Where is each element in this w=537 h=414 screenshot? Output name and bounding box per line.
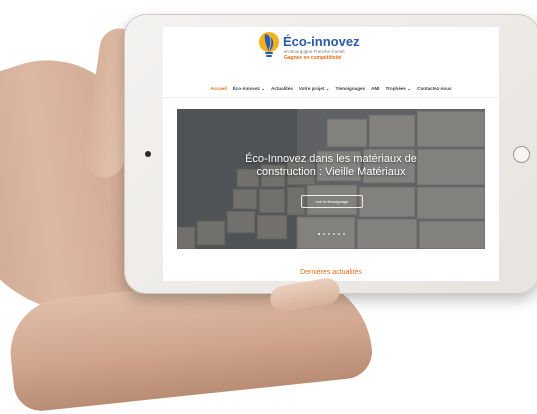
nav-item-label: Trophées [385,86,406,91]
lightbulb-leaf-logo-icon[interactable] [256,30,284,60]
nav-item-contactez-nous[interactable]: Contactez-nous [417,83,451,95]
tablet-screen: Éco-innovez en Bourgogne Franche-Comté G… [163,27,499,281]
slider-dot[interactable] [337,233,340,235]
nav-item-trophees[interactable]: Trophées ⌄ [386,83,412,95]
slider-dot[interactable] [332,233,335,235]
front-camera [145,151,151,157]
slider-dot[interactable] [327,233,330,235]
nav-item-accueil[interactable]: Accueil [210,83,226,95]
slider-dot[interactable] [317,233,320,235]
header-divider [163,97,499,98]
site-header: Éco-innovez en Bourgogne Franche-Comté G… [163,27,499,77]
section-title-latest-news: Dernières actualités [300,269,362,276]
nav-item-label: Votre projet [298,86,325,91]
hero-cta-button[interactable]: voir le témoignage [301,195,363,208]
nav-item-votre-projet[interactable]: Votre projet ⌄ [299,83,330,95]
chevron-down-icon: ⌄ [407,86,412,91]
hero-title: Éco-Innovez dans les matériaux de constr… [245,153,417,178]
slider-pagination [309,233,353,237]
chevron-down-icon: ⌄ [325,86,330,91]
logo-tagline: Gagnez en compétitivité [284,55,342,61]
nav-item-actualites[interactable]: Actualités [271,83,293,95]
nav-item-eco-innovez[interactable]: Éco-innovez ⌄ [233,83,265,95]
logo-title[interactable]: Éco-innovez [283,34,360,49]
slider-dot[interactable] [322,233,325,235]
nav-item-label: Éco-innovez [232,86,260,91]
hero-overlay [177,109,485,249]
chevron-down-icon: ⌄ [261,86,265,91]
main-nav: Accueil Éco-innovez ⌄ Actualités Votre p… [163,83,499,95]
home-button[interactable] [513,146,530,163]
nav-item-ami[interactable]: AMI [371,83,379,95]
tablet-device: Éco-innovez en Bourgogne Franche-Comté G… [124,14,537,294]
logo-subtitle: en Bourgogne Franche-Comté [284,49,345,54]
nav-item-temoignages[interactable]: Témoignages [336,83,366,95]
hero-slider[interactable]: Éco-Innovez dans les matériaux de constr… [177,109,485,249]
slider-dot[interactable] [342,233,345,235]
